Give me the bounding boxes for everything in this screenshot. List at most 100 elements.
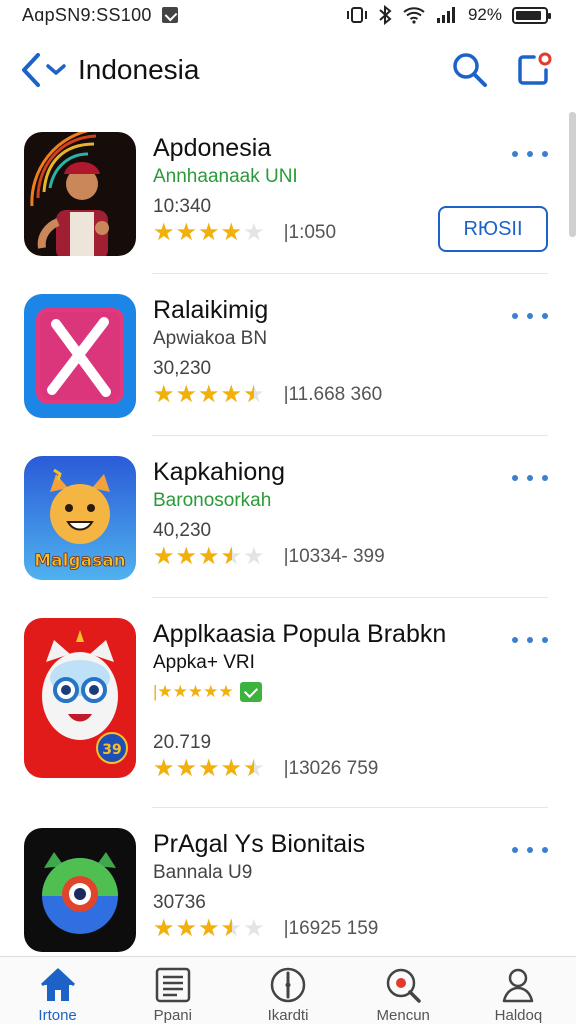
tab-label: Ppani: [153, 1007, 192, 1024]
battery-percent: 92%: [467, 5, 502, 24]
inbox-badge-icon: [518, 52, 552, 85]
tab-news[interactable]: Ppani: [115, 957, 230, 1024]
rating-count: |13026 759: [283, 758, 379, 779]
tab-bar: Irtone Ppani Ikardti Mencun Haldoq: [0, 956, 576, 1024]
dot-icon: [527, 847, 533, 853]
home-icon: [40, 968, 75, 1001]
vibrate-icon: [346, 7, 367, 23]
dot-icon: [542, 151, 548, 157]
tab-account[interactable]: Haldoq: [461, 957, 576, 1024]
app-name: Ralaikimig: [153, 296, 269, 324]
status-time: AɑpSN9:SS100: [22, 4, 152, 25]
app-list: Apdonesia Annhaanaak UNI 10:340 ★★★★★ ★★★…: [0, 112, 576, 954]
dot-icon: [527, 637, 533, 643]
star-rating: ★★★★★★★★★★: [153, 543, 266, 570]
more-button[interactable]: [510, 840, 550, 860]
battery-icon: [512, 6, 551, 24]
scrollbar[interactable]: [569, 112, 576, 237]
tab-label: Irtone: [38, 1007, 77, 1024]
tab-search[interactable]: Mencun: [346, 957, 461, 1024]
app-icon-pragal[interactable]: [24, 828, 136, 952]
dot-icon: [527, 313, 533, 319]
app-count: 20.719: [153, 732, 212, 753]
app-icon-ralaikimig[interactable]: [24, 294, 136, 418]
mini-rating-text: |★★★★★: [153, 682, 234, 701]
dot-icon: [542, 637, 548, 643]
more-button[interactable]: [510, 144, 550, 164]
dot-icon: [512, 313, 518, 319]
rating: ★★★★★★★★★★ |1:050: [153, 220, 336, 246]
tab-label: Haldoq: [494, 1007, 543, 1024]
dot-icon: [512, 637, 518, 643]
list-item[interactable]: Apdonesia Annhaanaak UNI 10:340 ★★★★★ ★★★…: [0, 112, 576, 274]
app-count: 40,230: [153, 520, 212, 541]
signal-icon: [436, 7, 455, 23]
bluetooth-icon: [379, 5, 392, 25]
rating-count: |10334- 399: [283, 546, 385, 567]
app-count: 30,230: [153, 358, 212, 379]
status-left: AɑpSN9:SS100: [22, 5, 178, 26]
dot-icon: [542, 475, 548, 481]
notification-icon: [161, 7, 178, 23]
more-button[interactable]: [510, 468, 550, 488]
app-subtitle: Apwiakoa BN: [153, 328, 268, 349]
app-name: Kapkahiong: [153, 458, 286, 486]
rating-count: |1:050: [283, 222, 337, 243]
dot-icon: [527, 151, 533, 157]
rating: ★★★★★★★★★★ |11.668 360: [153, 382, 382, 408]
status-bar: AɑpSN9:SS100 92%: [0, 0, 576, 30]
updates-button[interactable]: [512, 48, 556, 92]
rating: ★★★★★★★★★★ |10334- 399: [153, 544, 385, 570]
app-count: 30736: [153, 892, 206, 913]
mini-rating: |★★★★★: [153, 682, 262, 702]
list-item[interactable]: Malgasan Kapkahiong Baronosorkah 40,230 …: [0, 436, 576, 598]
list-item[interactable]: Ralaikimig Apwiakoa BN 30,230 ★★★★★★★★★★…: [0, 274, 576, 436]
page-title: Indonesia: [78, 54, 200, 85]
tab-explore[interactable]: Ikardti: [230, 957, 345, 1024]
wifi-icon: [403, 7, 425, 24]
dot-icon: [542, 313, 548, 319]
tab-label: Mencun: [376, 1007, 430, 1024]
app-name: PrAgal Ys Bionitais: [153, 830, 366, 858]
get-button[interactable]: RЮSII: [438, 206, 548, 252]
more-button[interactable]: [510, 306, 550, 326]
app-subtitle: Baronosorkah: [153, 490, 272, 511]
star-rating: ★★★★★★★★★★: [153, 915, 266, 942]
search-icon: [386, 968, 421, 1003]
dot-icon: [542, 847, 548, 853]
dot-icon: [527, 475, 533, 481]
search-icon: [453, 53, 487, 87]
dot-icon: [512, 847, 518, 853]
list-item[interactable]: 39 Applkaasia Popula Brabkn Appka+ VRI |…: [0, 598, 576, 808]
tab-label: Ikardti: [267, 1007, 309, 1024]
star-rating: ★★★★★★★★★★: [153, 755, 266, 782]
app-name: Applkaasia Popula Brabkn: [153, 620, 447, 648]
back-button[interactable]: [20, 50, 72, 90]
dot-icon: [512, 475, 518, 481]
tab-home[interactable]: Irtone: [0, 957, 115, 1024]
list-item[interactable]: PrAgal Ys Bionitais Bannala U9 30736 ★★★…: [0, 808, 576, 954]
rating-count: |11.668 360: [283, 384, 383, 405]
more-button[interactable]: [510, 630, 550, 650]
app-icon-applkaasia[interactable]: 39: [24, 618, 136, 778]
chevron-down-icon: [46, 64, 66, 75]
app-icon-apdonesia[interactable]: [24, 132, 136, 256]
verified-check-icon: [239, 682, 262, 702]
nav-bar: Indonesia: [0, 40, 576, 100]
app-count: 10:340: [153, 196, 212, 217]
app-subtitle: Bannala U9: [153, 862, 253, 883]
app-icon-badge: 39: [102, 742, 121, 758]
rating: ★★★★★★★★★★ |13026 759: [153, 756, 378, 782]
app-icon-text: Malgasan: [34, 551, 126, 571]
app-subtitle: Appka+ VRI: [153, 652, 255, 673]
person-icon: [503, 968, 534, 1003]
search-button[interactable]: [448, 48, 492, 92]
rating-count: |16925 159: [283, 918, 379, 939]
rating: ★★★★★★★★★★ |16925 159: [153, 916, 378, 942]
chevron-left-icon: [22, 53, 40, 87]
compass-icon: [270, 967, 306, 1003]
app-icon-kapkahiong[interactable]: Malgasan: [24, 456, 136, 580]
app-name: Apdonesia: [153, 134, 272, 162]
star-rating: ★★★★★★★★★★: [153, 381, 266, 408]
app-subtitle: Annhaanaak UNI: [153, 166, 298, 187]
